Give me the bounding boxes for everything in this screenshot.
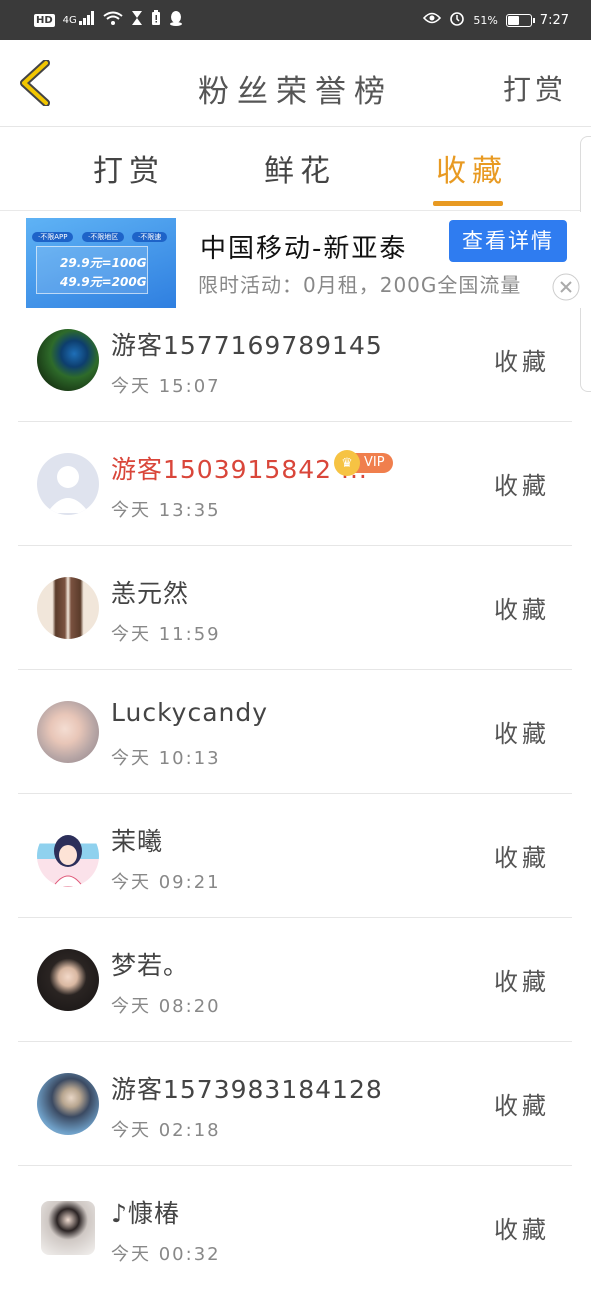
tab-favorites[interactable]: 收藏 bbox=[436, 146, 508, 190]
alarm-icon bbox=[449, 10, 465, 30]
list-item[interactable]: Luckycandy 今天 10:13 收藏 bbox=[18, 670, 572, 794]
favorite-time: 今天 10:13 bbox=[111, 748, 221, 769]
favorite-label: 收藏 bbox=[494, 968, 550, 996]
active-tab-indicator bbox=[433, 201, 503, 206]
battery-percent: 51% bbox=[473, 13, 498, 27]
favorite-time: 今天 08:20 bbox=[111, 996, 221, 1017]
list-item[interactable]: ♪慷椿 今天 00:32 收藏 bbox=[18, 1166, 572, 1289]
battery-icon bbox=[505, 13, 535, 27]
girl-white-avatar[interactable] bbox=[41, 1201, 95, 1255]
ad-price-2: 49.9元=200G bbox=[60, 275, 147, 289]
signal-icon bbox=[78, 11, 95, 29]
woman-portrait-avatar[interactable] bbox=[37, 949, 99, 1011]
ad-description: 限时活动：0月租，200G全国流量 bbox=[198, 273, 522, 297]
favorite-label: 收藏 bbox=[494, 1092, 550, 1120]
ad-banner[interactable]: ·不限APP ·不限地区 ·不限速 29.9元=100G 49.9元=200G … bbox=[0, 212, 591, 308]
favorite-label: 收藏 bbox=[494, 596, 550, 624]
user-name: 恙元然 bbox=[111, 579, 190, 608]
man-costume-avatar[interactable] bbox=[37, 1073, 99, 1135]
girl-hair-avatar[interactable] bbox=[37, 577, 99, 639]
user-name: 游客1573983184128 bbox=[111, 1075, 383, 1104]
list-item[interactable]: 游客1577169789145 今天 15:07 收藏 bbox=[18, 298, 572, 422]
peacock-avatar[interactable] bbox=[37, 329, 99, 391]
ad-image-tag: ·不限速 bbox=[132, 232, 168, 242]
user-name: ♪慷椿 bbox=[111, 1199, 180, 1228]
hd-icon: HD bbox=[34, 13, 55, 27]
eye-icon bbox=[423, 12, 442, 28]
reward-button[interactable]: 打赏 bbox=[503, 68, 567, 108]
clock-time: 7:27 bbox=[539, 12, 569, 28]
tab-bar: 打赏 鲜花 收藏 bbox=[0, 126, 591, 211]
anime-girl-avatar[interactable] bbox=[37, 825, 99, 887]
favorite-time: 今天 13:35 bbox=[111, 500, 221, 521]
favorite-label: 收藏 bbox=[494, 1216, 550, 1244]
favorite-label: 收藏 bbox=[494, 348, 550, 376]
tab-flowers[interactable]: 鲜花 bbox=[264, 146, 336, 190]
qq-icon bbox=[169, 10, 183, 30]
list-item[interactable]: 恙元然 今天 11:59 收藏 bbox=[18, 546, 572, 670]
user-name: 梦若。 bbox=[111, 951, 190, 980]
network-label: 4G bbox=[62, 14, 77, 26]
list-item[interactable]: 游客1503915842 ... ♛ VIP 今天 13:35 收藏 bbox=[18, 422, 572, 546]
ad-title: 中国移动-新亚泰 bbox=[200, 234, 408, 264]
user-silhouette-icon bbox=[47, 466, 89, 513]
anime-figure-icon bbox=[52, 835, 84, 887]
list-item[interactable]: 梦若。 今天 08:20 收藏 bbox=[18, 918, 572, 1042]
wifi-icon bbox=[103, 11, 123, 29]
favorite-label: 收藏 bbox=[494, 720, 550, 748]
status-bar: HD 4G 51% 7:27 bbox=[0, 0, 591, 40]
alert-battery-icon bbox=[151, 10, 161, 30]
user-name: 游客1577169789145 bbox=[111, 331, 383, 360]
header-bar: 粉丝荣誉榜 打赏 bbox=[0, 40, 591, 127]
default-user-avatar[interactable] bbox=[37, 453, 99, 515]
ad-image-tag: ·不限地区 bbox=[82, 232, 125, 242]
tab-reward[interactable]: 打赏 bbox=[93, 146, 165, 190]
user-name: 茉曦 bbox=[111, 827, 164, 856]
favorite-label: 收藏 bbox=[494, 472, 550, 500]
favorite-time: 今天 02:18 bbox=[111, 1120, 221, 1141]
ad-image[interactable]: ·不限APP ·不限地区 ·不限速 29.9元=100G 49.9元=200G bbox=[26, 218, 176, 308]
favorite-time: 今天 11:59 bbox=[111, 624, 221, 645]
favorite-time: 今天 15:07 bbox=[111, 376, 221, 397]
favorite-time: 今天 09:21 bbox=[111, 872, 221, 893]
favorites-list: 游客1577169789145 今天 15:07 收藏 游客1503915842… bbox=[18, 298, 572, 1289]
list-item[interactable]: 游客1573983184128 今天 02:18 收藏 bbox=[18, 1042, 572, 1166]
favorite-label: 收藏 bbox=[494, 844, 550, 872]
crown-icon: ♛ bbox=[334, 450, 360, 476]
list-item[interactable]: 茉曦 今天 09:21 收藏 bbox=[18, 794, 572, 918]
user-name: Luckycandy bbox=[111, 698, 269, 727]
girl-photo-avatar[interactable] bbox=[37, 701, 99, 763]
view-details-button[interactable]: 查看详情 bbox=[449, 220, 567, 262]
ad-image-tag: ·不限APP bbox=[32, 232, 74, 242]
favorite-time: 今天 00:32 bbox=[111, 1244, 221, 1265]
user-name: 游客1503915842 ... bbox=[111, 455, 368, 484]
vip-badge: ♛ VIP bbox=[334, 450, 393, 476]
hourglass-icon bbox=[131, 10, 143, 30]
ad-price-1: 29.9元=100G bbox=[60, 256, 147, 270]
